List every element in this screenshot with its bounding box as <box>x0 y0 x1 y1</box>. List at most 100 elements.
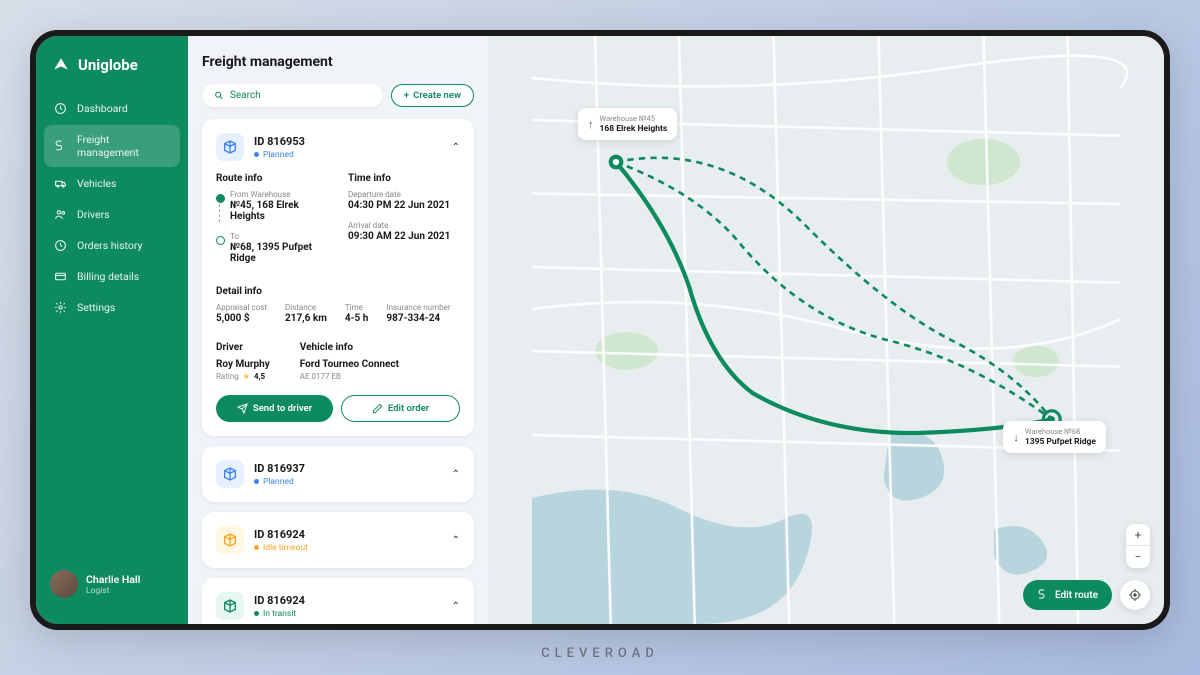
from-label: From Warehouse <box>230 190 328 199</box>
expand-icon[interactable]: ⌃ <box>452 535 460 546</box>
to-value: №68, 1395 Pufpet Ridge <box>230 242 328 264</box>
expand-icon[interactable]: ⌃ <box>452 601 460 612</box>
sidebar-item-freight[interactable]: Freight management <box>44 125 180 167</box>
edit-order-button[interactable]: Edit order <box>341 395 460 422</box>
create-new-button[interactable]: + Create new <box>391 84 474 107</box>
vehicle-label: Vehicle info <box>300 342 399 353</box>
send-icon <box>237 403 248 414</box>
driver-rating: Rating★4,5 <box>216 372 270 381</box>
detail-info-label: Detail info <box>216 286 460 297</box>
truck-icon <box>54 177 67 190</box>
sidebar: Uniglobe Dashboard Freight management Ve… <box>36 36 188 624</box>
footer-brand: CLEVEROAD <box>541 630 659 665</box>
nav: Dashboard Freight management Vehicles Dr… <box>36 94 188 322</box>
sidebar-item-label: Orders history <box>77 239 142 252</box>
freight-id: ID 816924 <box>254 528 442 541</box>
time-label: Time <box>345 303 369 312</box>
sidebar-item-label: Dashboard <box>77 102 128 115</box>
time-value: 4-5 h <box>345 313 369 324</box>
insurance-label: Insurance number <box>386 303 450 312</box>
sidebar-item-billing[interactable]: Billing details <box>44 262 180 291</box>
status-badge: In transit <box>254 609 442 619</box>
user-role: Logist <box>86 586 140 596</box>
departure-value: 04:30 PM 22 Jun 2021 <box>348 200 460 211</box>
appraisal-label: Appraisal cost <box>216 303 267 312</box>
arrival-label: Arrival date <box>348 221 460 230</box>
user-profile[interactable]: Charlie Hall Logist <box>36 560 188 608</box>
sidebar-item-dashboard[interactable]: Dashboard <box>44 94 180 123</box>
sidebar-item-label: Vehicles <box>77 177 116 190</box>
sidebar-item-vehicles[interactable]: Vehicles <box>44 169 180 198</box>
warehouse-tooltip-dest: ↓ Warehouse №681395 Pufpet Ridge <box>1003 421 1106 453</box>
warehouse-tooltip-origin: ↑ Warehouse №45168 Elrek Heights <box>578 108 677 140</box>
from-value: №45, 168 Elrek Heights <box>230 200 328 222</box>
package-icon <box>216 526 244 554</box>
plus-icon: + <box>404 90 409 101</box>
freight-card[interactable]: ID 816924 Idle timeout ⌃ <box>202 512 474 568</box>
freight-id: ID 816924 <box>254 594 442 607</box>
sidebar-item-settings[interactable]: Settings <box>44 293 180 322</box>
clock-icon <box>54 102 67 115</box>
app-window: Uniglobe Dashboard Freight management Ve… <box>30 30 1170 630</box>
distance-value: 217,6 km <box>285 313 327 324</box>
crosshair-icon <box>1128 588 1142 602</box>
insurance-value: 987-334-24 <box>386 313 450 324</box>
zoom-in-button[interactable]: + <box>1126 524 1150 546</box>
arrow-down-icon: ↓ <box>1013 431 1019 444</box>
package-icon <box>216 133 244 161</box>
package-icon <box>216 592 244 620</box>
star-icon: ★ <box>243 372 250 381</box>
freight-id: ID 816953 <box>254 135 442 148</box>
edit-icon <box>372 403 383 414</box>
freight-card[interactable]: ID 816924 In transit ⌃ <box>202 578 474 624</box>
content-panel: Freight management + Create new ID 816953… <box>188 36 488 624</box>
arrival-value: 09:30 AM 22 Jun 2021 <box>348 231 460 242</box>
driver-label: Driver <box>216 342 270 353</box>
sidebar-item-label: Settings <box>77 301 115 314</box>
page-title: Freight management <box>202 54 474 70</box>
search-icon <box>214 90 224 101</box>
create-label: Create new <box>413 90 461 101</box>
brand-name: Uniglobe <box>78 56 138 74</box>
zoom-out-button[interactable]: − <box>1126 546 1150 568</box>
to-label: To <box>230 232 328 241</box>
arrow-up-icon: ↑ <box>588 118 594 131</box>
vehicle-name: Ford Tourneo Connect <box>300 359 399 370</box>
logo: Uniglobe <box>36 52 188 94</box>
card-icon <box>54 270 67 283</box>
gear-icon <box>54 301 67 314</box>
edit-route-button[interactable]: Edit route <box>1023 580 1112 610</box>
expand-icon[interactable]: ⌃ <box>452 469 460 480</box>
appraisal-value: 5,000 $ <box>216 313 267 324</box>
history-icon <box>54 239 67 252</box>
locate-button[interactable] <box>1120 580 1150 610</box>
status-badge: Planned <box>254 477 442 487</box>
logo-icon <box>52 56 70 74</box>
avatar <box>50 570 78 598</box>
sidebar-item-drivers[interactable]: Drivers <box>44 200 180 229</box>
sidebar-item-label: Freight management <box>77 133 170 159</box>
sidebar-item-label: Billing details <box>77 270 139 283</box>
freight-card-expanded: ID 816953 Planned ⌃ Route info From Ware… <box>202 119 474 436</box>
departure-label: Departure date <box>348 190 460 199</box>
freight-card[interactable]: ID 816937 Planned ⌃ <box>202 446 474 502</box>
sidebar-item-orders[interactable]: Orders history <box>44 231 180 260</box>
map-view[interactable]: ↑ Warehouse №45168 Elrek Heights ↓ Wareh… <box>488 36 1164 624</box>
sidebar-item-label: Drivers <box>77 208 110 221</box>
zoom-control: + − <box>1126 524 1150 568</box>
send-to-driver-button[interactable]: Send to driver <box>216 395 333 422</box>
time-info-label: Time info <box>348 173 460 184</box>
collapse-icon[interactable]: ⌃ <box>452 142 460 153</box>
route-icon <box>54 140 67 153</box>
driver-name: Roy Murphy <box>216 359 270 370</box>
user-name: Charlie Hall <box>86 573 140 586</box>
users-icon <box>54 208 67 221</box>
status-badge: Idle timeout <box>254 543 442 553</box>
freight-id: ID 816937 <box>254 462 442 475</box>
search-field[interactable] <box>230 90 371 101</box>
route-icon <box>1037 589 1049 601</box>
package-icon <box>216 460 244 488</box>
search-input[interactable] <box>202 84 383 107</box>
distance-label: Distance <box>285 303 327 312</box>
status-badge: Planned <box>254 150 442 160</box>
